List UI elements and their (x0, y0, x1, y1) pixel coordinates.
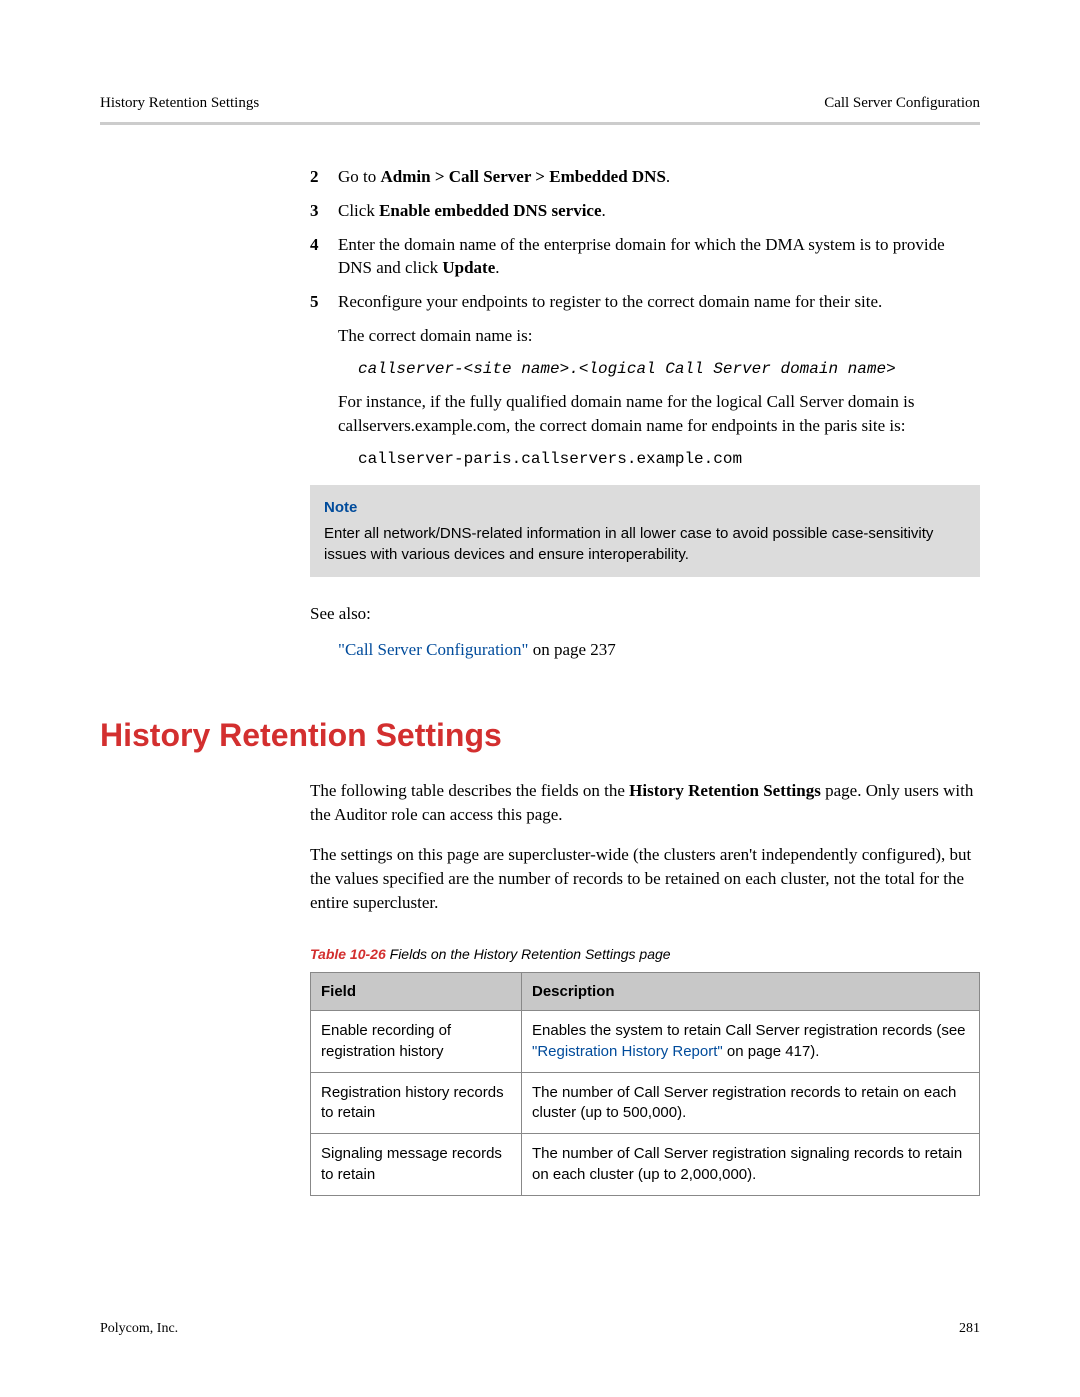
fields-table: Field Description Enable recording of re… (310, 972, 980, 1196)
footer-left: Polycom, Inc. (100, 1321, 178, 1337)
step-num: 3 (310, 199, 338, 223)
step-text: Enter the domain name of the enterprise … (338, 233, 980, 281)
table-header-row: Field Description (311, 973, 980, 1011)
caption-label: Table 10-26 (310, 946, 386, 962)
step-3: 3 Click Enable embedded DNS service. (310, 199, 980, 223)
step-text: Reconfigure your endpoints to register t… (338, 290, 980, 314)
table-row: Registration history records to retain T… (311, 1072, 980, 1134)
table-row: Signaling message records to retain The … (311, 1134, 980, 1196)
col-description: Description (522, 973, 980, 1011)
field-cell: Enable recording of registration history (311, 1011, 522, 1073)
field-cell: Signaling message records to retain (311, 1134, 522, 1196)
example-domain: callserver-paris.callservers.example.com (358, 448, 980, 470)
step-4: 4 Enter the domain name of the enterpris… (310, 233, 980, 281)
desc-cell: The number of Call Server registration r… (522, 1072, 980, 1134)
step-num: 2 (310, 165, 338, 189)
table-caption: Table 10-26 Fields on the History Retent… (310, 945, 980, 965)
field-cell: Registration history records to retain (311, 1072, 522, 1134)
caption-text: Fields on the History Retention Settings… (386, 946, 671, 962)
step-text: Click Enable embedded DNS service. (338, 199, 980, 223)
note-box: Note Enter all network/DNS-related infor… (310, 485, 980, 577)
step-2: 2 Go to Admin > Call Server > Embedded D… (310, 165, 980, 189)
correct-domain-label: The correct domain name is: (338, 324, 980, 348)
note-body: Enter all network/DNS-related informatio… (324, 523, 966, 565)
desc-cell: Enables the system to retain Call Server… (522, 1011, 980, 1073)
see-also-link-row: "Call Server Configuration" on page 237 (338, 638, 980, 662)
header-rule (100, 122, 980, 125)
header-right: Call Server Configuration (824, 95, 980, 112)
body-content: 2 Go to Admin > Call Server > Embedded D… (310, 165, 980, 662)
registration-history-report-link[interactable]: "Registration History Report" (532, 1043, 723, 1060)
intro-paragraph-1: The following table describes the fields… (310, 779, 980, 827)
step-num: 5 (310, 290, 338, 314)
step-text: Go to Admin > Call Server > Embedded DNS… (338, 165, 980, 189)
footer-page-number: 281 (959, 1321, 980, 1337)
domain-pattern: callserver-<site name>.<logical Call Ser… (358, 358, 980, 380)
section-heading: History Retention Settings (100, 717, 980, 754)
header-left: History Retention Settings (100, 95, 259, 112)
for-instance-text: For instance, if the fully qualified dom… (338, 390, 980, 438)
col-field: Field (311, 973, 522, 1011)
intro-paragraph-2: The settings on this page are superclust… (310, 843, 980, 914)
page-footer: Polycom, Inc. 281 (100, 1321, 980, 1337)
step-5: 5 Reconfigure your endpoints to register… (310, 290, 980, 314)
page-header: History Retention Settings Call Server C… (100, 95, 980, 112)
desc-cell: The number of Call Server registration s… (522, 1134, 980, 1196)
page: History Retention Settings Call Server C… (0, 0, 1080, 1397)
link-suffix: on page 237 (528, 640, 615, 659)
step-num: 4 (310, 233, 338, 281)
see-also-label: See also: (310, 602, 980, 626)
section-body: The following table describes the fields… (310, 779, 980, 1196)
table-row: Enable recording of registration history… (311, 1011, 980, 1073)
call-server-config-link[interactable]: "Call Server Configuration" (338, 640, 528, 659)
note-title: Note (324, 497, 966, 518)
